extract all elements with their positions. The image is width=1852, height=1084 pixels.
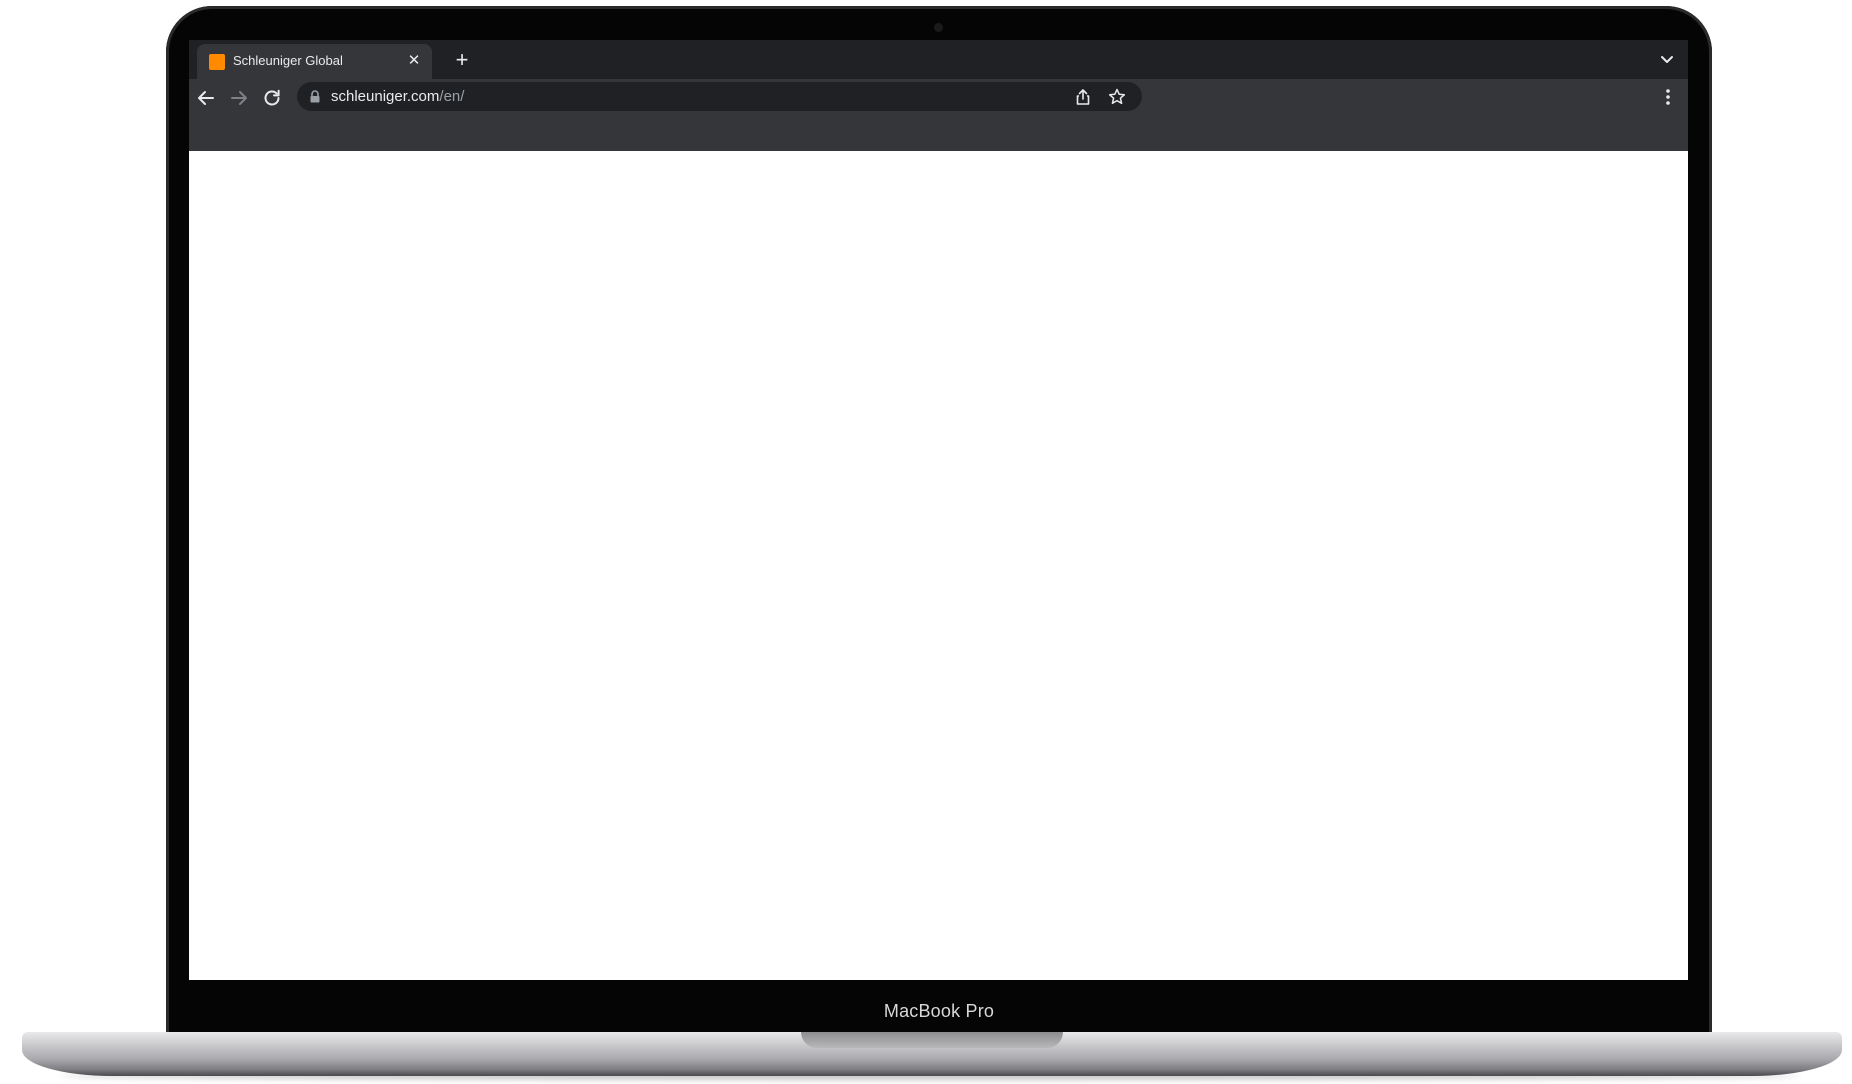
arrow-right-icon[interactable]: [227, 86, 251, 110]
reload-icon[interactable]: [260, 86, 284, 110]
address-bar[interactable]: schleuniger.com/en/: [297, 82, 1142, 111]
device-label: MacBook Pro: [883, 1001, 995, 1021]
tab-schleuniger-global[interactable]: Schleuniger Global ✕: [197, 44, 432, 79]
chevron-down-icon[interactable]: [1656, 49, 1678, 71]
lid-notch: [801, 1032, 1063, 1048]
url-text: schleuniger.com/en/: [331, 88, 464, 105]
url-path: /en/: [439, 88, 465, 105]
tab-strip: Schleuniger Global ✕ +: [189, 40, 1688, 79]
browser-window: Schleuniger Global ✕ + schleuniger.com/e…: [189, 40, 1688, 980]
laptop-mockup: Schleuniger Global ✕ + schleuniger.com/e…: [0, 0, 1852, 1084]
kebab-menu-icon[interactable]: [1658, 86, 1678, 108]
close-icon[interactable]: ✕: [404, 51, 424, 71]
plus-icon[interactable]: +: [451, 49, 473, 71]
star-icon[interactable]: [1107, 87, 1127, 107]
lock-icon[interactable]: [309, 90, 321, 103]
arrow-left-icon[interactable]: [194, 86, 218, 110]
webcam: [934, 23, 943, 32]
share-icon[interactable]: [1073, 87, 1093, 107]
tab-title: Schleuniger Global: [233, 53, 343, 68]
favicon: [209, 54, 225, 70]
url-host: schleuniger.com: [331, 88, 440, 105]
page-viewport[interactable]: [189, 151, 1688, 980]
